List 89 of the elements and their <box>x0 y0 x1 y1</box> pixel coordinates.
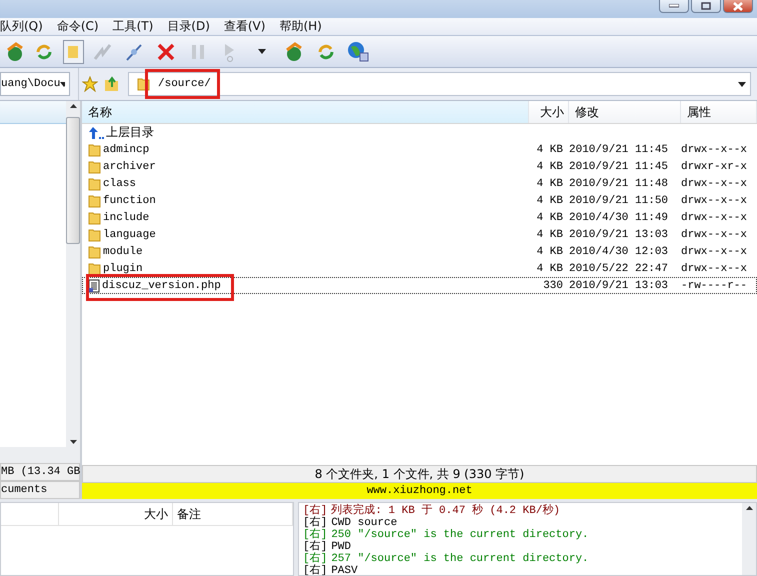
folder-icon <box>88 262 101 276</box>
menu-item[interactable]: 目录(D) <box>167 18 210 35</box>
file-name[interactable]: discuz_version.php <box>102 280 221 292</box>
file-name[interactable]: archiver <box>103 160 156 172</box>
modified-date: 2010/4/30 11:49 <box>569 212 670 224</box>
website-banner: www.xiuzhong.net <box>82 483 757 499</box>
column-header[interactable]: 大小 <box>59 503 173 525</box>
file-size: 4 KB <box>536 212 564 224</box>
modified-date: 2010/5/22 22:47 <box>569 262 670 274</box>
local-folder-text: cuments <box>0 481 80 499</box>
column-header[interactable]: 属性 <box>681 101 757 123</box>
dropdown-icon <box>60 82 65 86</box>
dropdown-icon <box>738 82 746 86</box>
up-arrow-icon <box>88 126 104 140</box>
file-name[interactable]: class <box>103 178 136 190</box>
file-attributes: drwx--x--x <box>681 144 748 156</box>
scrollbar[interactable] <box>742 503 756 575</box>
file-size: 4 KB <box>536 246 564 258</box>
maximize-icon <box>701 2 711 10</box>
file-size: 4 KB <box>536 144 564 156</box>
file-attributes: drwx--x--x <box>681 228 748 240</box>
file-attributes: drwx--x--x <box>681 246 748 258</box>
folder-icon <box>88 194 101 208</box>
close-button[interactable] <box>723 0 753 13</box>
folder-icon <box>88 176 101 190</box>
scrollbar[interactable] <box>66 101 80 447</box>
file-size: 330 <box>542 280 564 292</box>
modified-date: 2010/9/21 11:45 <box>569 144 670 156</box>
horizontal-scrollbar[interactable] <box>0 447 80 463</box>
file-size: 4 KB <box>536 178 564 190</box>
document-icon <box>88 278 100 292</box>
scroll-up-icon[interactable] <box>746 506 752 510</box>
modified-date: 2010/4/30 12:03 <box>569 246 670 258</box>
menu-item[interactable]: 队列(Q) <box>0 18 43 35</box>
menu-item[interactable]: 帮助(H) <box>279 18 322 35</box>
log-line: [右] PASV <box>303 565 359 575</box>
folder-icon[interactable] <box>62 40 84 64</box>
log-line: [右] 列表完成: 1 KB 于 0.47 秒 (4.2 KB/秒) <box>303 505 562 517</box>
file-name[interactable]: function <box>103 194 156 206</box>
folder-icon <box>88 160 101 174</box>
menu-item[interactable]: 工具(T) <box>112 18 154 35</box>
folder-icon <box>88 244 101 258</box>
file-name[interactable]: admincp <box>103 144 150 156</box>
log-line: [右] 250 "/source" is the current directory. <box>303 529 590 541</box>
minimize-icon <box>669 4 679 8</box>
file-attributes: -rw----r-- <box>681 280 748 292</box>
folder-icon <box>88 210 101 224</box>
free-space-text: MB (13.34 GB <box>0 463 80 481</box>
column-header[interactable]: 名称 <box>82 101 529 123</box>
file-attributes: drwx--x--x <box>681 212 748 224</box>
file-attributes: drwxr-xr-x <box>681 160 748 172</box>
file-size: 4 KB <box>536 160 564 172</box>
modified-date: 2010/9/21 13:03 <box>569 228 670 240</box>
log-line: [右] 257 "/source" is the current directory. <box>303 553 590 565</box>
file-name[interactable]: module <box>103 246 143 258</box>
folder-up-icon[interactable] <box>104 76 120 92</box>
log-line: [右] PWD <box>303 541 352 553</box>
column-header[interactable]: 备注 <box>173 503 293 525</box>
file-size: 4 KB <box>536 228 564 240</box>
minimize-button[interactable] <box>659 0 689 13</box>
globe-icon[interactable] <box>346 40 370 64</box>
menu-item[interactable]: 命令(C) <box>56 18 99 35</box>
star-icon[interactable] <box>82 76 98 92</box>
close-icon <box>733 2 743 10</box>
scroll-up-icon[interactable] <box>70 104 76 108</box>
maximize-button[interactable] <box>691 0 721 13</box>
local-path-dropdown[interactable]: uang\Docu <box>0 72 70 96</box>
modified-date: 2010/9/21 13:03 <box>569 280 670 292</box>
column-header[interactable]: 修改 <box>569 101 681 123</box>
status-text: 8 个文件夹, 1 个文件, 共 9 (330 字节) <box>82 465 757 483</box>
folder-icon <box>88 228 101 242</box>
modified-date: 2010/9/21 11:48 <box>569 178 670 190</box>
file-name[interactable]: include <box>103 212 150 224</box>
folder-icon <box>88 142 101 156</box>
menu-item[interactable]: 查看(V) <box>224 18 266 35</box>
log-line: [右] CWD source <box>303 517 398 529</box>
column-header[interactable]: 大小 <box>529 101 569 123</box>
modified-date: 2010/9/21 11:45 <box>569 160 670 172</box>
file-attributes: drwx--x--x <box>681 178 748 190</box>
file-name[interactable]: plugin <box>103 262 143 274</box>
file-size: 4 KB <box>536 262 564 274</box>
modified-date: 2010/9/21 11:50 <box>569 194 670 206</box>
file-name[interactable]: 上层目录 <box>106 124 154 141</box>
remote-path-field[interactable]: /source/ <box>128 72 751 96</box>
file-size: 4 KB <box>536 194 564 206</box>
scroll-down-icon[interactable] <box>70 440 76 444</box>
file-name[interactable]: language <box>103 228 156 240</box>
file-attributes: drwx--x--x <box>681 194 748 206</box>
file-attributes: drwx--x--x <box>681 262 748 274</box>
